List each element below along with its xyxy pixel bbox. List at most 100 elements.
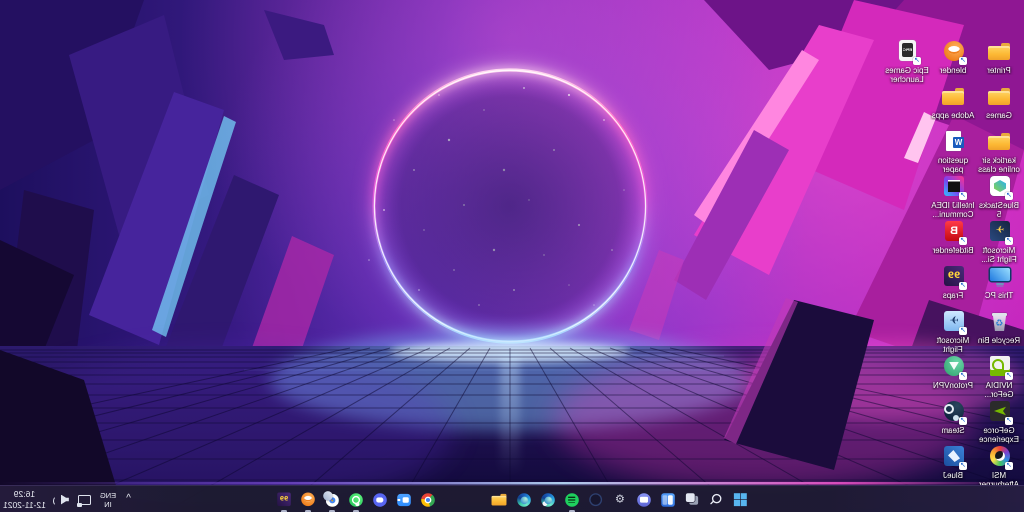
icon-label: This PC bbox=[976, 291, 1022, 300]
spotify-icon bbox=[564, 491, 580, 507]
icon-label: IntelliJ IDEA Communi... bbox=[930, 201, 976, 220]
icon-label: Steam bbox=[930, 426, 976, 435]
desktop-icon-online-class[interactable]: ↗kartick sir online class bbox=[976, 130, 1022, 175]
shortcut-arrow-icon: ↗ bbox=[1005, 237, 1013, 245]
icon-label: Recycle Bin bbox=[976, 336, 1022, 345]
spotify-button[interactable] bbox=[560, 487, 584, 512]
desktop-icon-blender[interactable]: ↗blender bbox=[930, 40, 976, 75]
tray-date: 12-11-2021 bbox=[3, 500, 46, 510]
task-view-button[interactable] bbox=[680, 487, 704, 512]
taskbar-center bbox=[272, 486, 752, 512]
mail-button[interactable] bbox=[440, 487, 464, 512]
app-stack-button[interactable] bbox=[320, 487, 344, 512]
shortcut-arrow-icon: ↗ bbox=[959, 282, 967, 290]
desktop-screen: ↗Printer ↗Games ↗kartick sir online clas… bbox=[0, 0, 1024, 512]
shortcut-arrow-icon: ↗ bbox=[959, 417, 967, 425]
shortcut-arrow-icon: ↗ bbox=[959, 327, 967, 335]
fraps-icon bbox=[276, 491, 292, 507]
widgets-button[interactable] bbox=[656, 487, 680, 512]
desktop-icon-flight-simulator[interactable]: ↗Microsoft Flight Simu... bbox=[930, 310, 976, 356]
file-explorer-button[interactable] bbox=[488, 487, 512, 512]
start-button[interactable] bbox=[728, 487, 752, 512]
shortcut-arrow-icon: ↗ bbox=[959, 372, 967, 380]
widgets-icon bbox=[660, 491, 676, 507]
folder-icon bbox=[491, 491, 507, 507]
desktop-icon-intellij[interactable]: ↗IntelliJ IDEA Communi... bbox=[930, 175, 976, 220]
folder-icon bbox=[987, 130, 1011, 154]
blender-icon bbox=[300, 491, 316, 507]
shortcut-arrow-icon: ↗ bbox=[959, 462, 967, 470]
windows-logo-icon bbox=[732, 491, 748, 507]
gear-icon bbox=[612, 491, 628, 507]
folder-icon bbox=[987, 85, 1011, 109]
envelope-icon bbox=[444, 491, 460, 507]
tray-clock[interactable]: 16:2912-11-2021 bbox=[3, 489, 46, 510]
ring-app-button[interactable] bbox=[584, 487, 608, 512]
language-indicator[interactable]: ENGIN bbox=[100, 491, 116, 509]
shortcut-arrow-icon: ↗ bbox=[959, 192, 967, 200]
language-line1: ENG bbox=[100, 491, 116, 500]
icon-label: Printer bbox=[976, 66, 1022, 75]
tray-overflow-chevron[interactable]: ^ bbox=[124, 494, 133, 504]
volume-icon[interactable] bbox=[54, 493, 69, 507]
desktop-icon-question-paper[interactable]: ↗question paper debe... bbox=[930, 130, 976, 176]
icon-label: BlueJ bbox=[930, 471, 976, 480]
zoom-button[interactable] bbox=[392, 487, 416, 512]
desktop-icon-msi-afterburner[interactable]: ↗MSI Afterburner bbox=[976, 445, 1022, 490]
search-button[interactable] bbox=[704, 487, 728, 512]
desktop-icon-nvidia[interactable]: ↗NVIDIA GeFor... bbox=[976, 355, 1022, 400]
chrome-button[interactable] bbox=[416, 487, 440, 512]
desktop-icon-steam[interactable]: ↗Steam bbox=[930, 400, 976, 435]
blender-button[interactable] bbox=[296, 487, 320, 512]
microsoft-store-button[interactable] bbox=[464, 487, 488, 512]
desktop-icon-printer[interactable]: ↗Printer bbox=[976, 40, 1022, 75]
icon-label: kartick sir online class bbox=[976, 156, 1022, 175]
desktop-icon-adobe-apps[interactable]: ↗Adobe apps bbox=[930, 85, 976, 120]
shortcut-arrow-icon: ↗ bbox=[1005, 417, 1013, 425]
desktop-icon-flight-sim[interactable]: ↗Microsoft Flight Si... bbox=[976, 220, 1022, 265]
desktop-icon-column-3: ↗Epic Games Launcher bbox=[884, 40, 930, 85]
chat-button[interactable] bbox=[632, 487, 656, 512]
network-icon[interactable] bbox=[77, 493, 92, 507]
store-bag-icon bbox=[468, 491, 484, 507]
desktop-icon-bluestacks[interactable]: ↗BlueStacks 5 bbox=[976, 175, 1022, 220]
fraps-button[interactable] bbox=[272, 487, 296, 512]
desktop-icon-column-1: ↗Printer ↗Games ↗kartick sir online clas… bbox=[976, 40, 1022, 490]
desktop-icon-bluej[interactable]: ↗BlueJ bbox=[930, 445, 976, 480]
icon-label: Fraps bbox=[930, 291, 976, 300]
task-view-icon bbox=[684, 491, 700, 507]
icon-label: NVIDIA GeFor... bbox=[976, 381, 1022, 400]
taskbar: ^ ENGIN 16:2912-11-2021 bbox=[0, 485, 1024, 512]
chat-icon bbox=[636, 491, 652, 507]
desktop-icon-protonvpn[interactable]: ↗ProtonVPN bbox=[930, 355, 976, 390]
desktop-icon-games[interactable]: ↗Games bbox=[976, 85, 1022, 120]
whatsapp-button[interactable] bbox=[344, 487, 368, 512]
icon-label: BlueStacks 5 bbox=[976, 201, 1022, 220]
discord-button[interactable] bbox=[368, 487, 392, 512]
icon-label: Bitdefender bbox=[930, 246, 976, 255]
wallpaper bbox=[0, 0, 1024, 512]
shortcut-arrow-icon: ↗ bbox=[959, 57, 967, 65]
whatsapp-icon bbox=[348, 491, 364, 507]
chrome-icon bbox=[420, 491, 436, 507]
edge-badged-button[interactable] bbox=[536, 487, 560, 512]
shortcut-arrow-icon: ↗ bbox=[1005, 192, 1013, 200]
desktop-icon-bitdefender[interactable]: ↗Bitdefender bbox=[930, 220, 976, 255]
settings-button[interactable] bbox=[608, 487, 632, 512]
icon-label: Microsoft Flight Si... bbox=[976, 246, 1022, 265]
edge-badged-icon bbox=[540, 491, 556, 507]
desktop-icon-column-2: ↗blender ↗Adobe apps ↗question paper deb… bbox=[930, 40, 976, 490]
desktop-icon-epic-games[interactable]: ↗Epic Games Launcher bbox=[884, 40, 930, 85]
icon-label: Adobe apps bbox=[930, 111, 976, 120]
discord-icon bbox=[372, 491, 388, 507]
system-tray: ^ ENGIN 16:2912-11-2021 bbox=[3, 486, 133, 512]
icon-label: ProtonVPN bbox=[930, 381, 976, 390]
this-pc-icon bbox=[988, 265, 1012, 289]
desktop-icon-fraps[interactable]: ↗Fraps bbox=[930, 265, 976, 300]
app-stack-icon bbox=[324, 491, 340, 507]
desktop-icon-geforce-experience[interactable]: ↗GeForce Experience bbox=[976, 400, 1022, 445]
desktop-icon-this-pc[interactable]: ↗This PC bbox=[976, 265, 1022, 300]
edge-button[interactable] bbox=[512, 487, 536, 512]
ring-app-icon bbox=[588, 491, 604, 507]
desktop-icon-recycle-bin[interactable]: ↗Recycle Bin bbox=[976, 310, 1022, 345]
